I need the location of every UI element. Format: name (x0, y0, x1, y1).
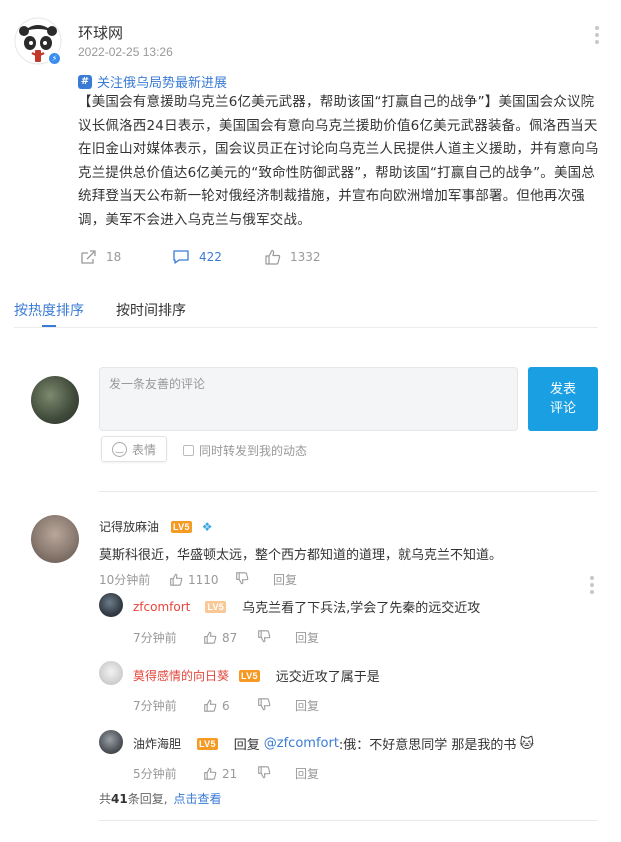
reply-username[interactable]: zfcomfort (133, 600, 190, 614)
reply-time: 5分钟前 (133, 767, 177, 781)
reply-text: 乌克兰看了下兵法,学会了先秦的远交近攻 (242, 601, 481, 616)
reply-like-button[interactable]: 21 (203, 767, 257, 781)
thumbs-up-icon (204, 767, 217, 780)
reply-time: 7分钟前 (133, 699, 177, 713)
reply-like-count: 21 (222, 766, 238, 781)
comment-icon (173, 250, 189, 264)
thumbs-down-icon (258, 629, 271, 642)
divider (99, 491, 598, 492)
reply-avatar[interactable] (99, 661, 123, 685)
comment-time: 10分钟前 (99, 573, 151, 587)
share-button[interactable]: 18 (79, 249, 121, 265)
submit-label-line2: 评论 (549, 401, 576, 416)
reply-like-button[interactable]: 6 (203, 699, 257, 713)
comment-like-button[interactable]: 1110 (169, 573, 235, 587)
reply-meta: 5分钟前 21 回复 (133, 765, 319, 782)
share-icon (81, 250, 96, 264)
reply-username[interactable]: 油炸海胆 (133, 735, 181, 752)
reply-username[interactable]: 莫得感情的向日葵 (133, 667, 229, 684)
level-badge: LV5 (239, 669, 260, 682)
reply-mention-link[interactable]: @zfcomfort (264, 736, 339, 751)
share-count: 18 (106, 250, 122, 264)
reply-dislike-button[interactable] (257, 697, 295, 714)
thumbs-up-icon (265, 249, 281, 265)
repost-label: 同时转发到我的动态 (199, 444, 308, 458)
reply-prefix: 回复 (233, 738, 260, 753)
fan-badge-icon: ❖ (201, 519, 213, 534)
reply-header: zfcomfort LV5 乌克兰看了下兵法,学会了先秦的远交近攻 (133, 597, 481, 617)
total-replies: 共41条回复, 点击查看 (99, 790, 222, 807)
comment-text: 莫斯科很近，华盛顿太远，整个西方都知道的道理，就乌克兰不知道。 (99, 548, 503, 563)
comment-avatar[interactable] (31, 515, 79, 563)
submit-label-line1: 发表 (549, 382, 576, 397)
comment-dislike-button[interactable] (235, 571, 273, 588)
thumbs-up-icon (204, 699, 217, 712)
reply-dislike-button[interactable] (257, 629, 295, 646)
level-badge: LV5 (205, 600, 227, 613)
comment-input[interactable]: 发一条友善的评论 (99, 367, 518, 431)
repost-checkbox[interactable] (183, 445, 194, 456)
topic-label: 关注俄乌局势最新进展 (97, 76, 228, 91)
repost-option[interactable]: 同时转发到我的动态 (183, 442, 307, 459)
tab-sort-by-hot[interactable]: 按热度排序 (14, 300, 84, 320)
level-badge: LV5 (197, 737, 218, 750)
thumbs-down-icon (236, 571, 249, 584)
comment-reply-button[interactable]: 回复 (273, 571, 297, 588)
reply-text: :俄：不好意思同学 那是我的书 (338, 738, 517, 753)
comment-like-count: 1110 (188, 572, 219, 587)
total-suffix: 条回复, (127, 792, 168, 806)
submit-comment-button[interactable]: 发表 评论 (528, 367, 598, 431)
publish-time: 2022-02-25 13:26 (78, 45, 173, 59)
reply-meta: 7分钟前 87 回复 (133, 629, 319, 646)
verified-badge-icon: ⚡ (47, 51, 62, 66)
like-count: 1332 (290, 250, 321, 264)
reply-text: 远交近攻了属于是 (275, 670, 380, 685)
tab-sort-by-time[interactable]: 按时间排序 (116, 300, 186, 320)
reply-header: 莫得感情的向日葵 LV5 远交近攻了属于是 (133, 666, 380, 685)
comment-meta: 10分钟前 1110 回复 (99, 571, 297, 588)
reply-like-count: 87 (222, 630, 238, 645)
comment-count: 422 (199, 250, 222, 264)
reply-time: 7分钟前 (133, 631, 177, 645)
reply-reply-button[interactable]: 回复 (295, 697, 319, 714)
comment-username[interactable]: 记得放麻油 (99, 518, 159, 535)
more-options-icon[interactable] (592, 26, 602, 46)
cat-emoji-icon: 🐱 (519, 735, 535, 752)
divider (99, 820, 598, 821)
level-badge: LV5 (171, 520, 192, 533)
total-count: 41 (111, 792, 128, 806)
divider (14, 327, 598, 328)
reply-dislike-button[interactable] (257, 765, 295, 782)
reply-avatar[interactable] (99, 593, 123, 617)
hashtag-icon: # (78, 74, 92, 89)
total-prefix: 共 (99, 792, 112, 806)
thumbs-up-icon (170, 573, 183, 586)
thumbs-down-icon (258, 765, 271, 778)
reply-reply-button[interactable]: 回复 (295, 629, 319, 646)
comment-more-icon[interactable] (587, 576, 597, 594)
reply-header: 油炸海胆 LV5 回复 @zfcomfort :俄：不好意思同学 那是我的书 🐱 (133, 734, 535, 754)
comment-button[interactable]: 422 (172, 249, 222, 265)
post-content: 【美国会有意援助乌克兰6亿美元武器，帮助该国“打赢自己的战争”】美国国会众议院议… (78, 94, 599, 228)
comment-header: 记得放麻油 LV5 ❖ (99, 518, 213, 535)
view-all-replies-link[interactable]: 点击查看 (174, 792, 222, 806)
reply-like-count: 6 (222, 698, 230, 713)
reply-avatar[interactable] (99, 730, 123, 754)
reply-like-button[interactable]: 87 (203, 631, 257, 645)
reply-meta: 7分钟前 6 回复 (133, 697, 319, 714)
emoji-label: 表情 (131, 442, 156, 457)
thumbs-down-icon (258, 697, 271, 710)
smiley-icon: ‿ (111, 441, 127, 457)
reply-reply-button[interactable]: 回复 (295, 765, 319, 782)
like-button[interactable]: 1332 (264, 249, 321, 265)
topic-link[interactable]: # 关注俄乌局势最新进展 (78, 72, 227, 91)
thumbs-up-icon (204, 631, 217, 644)
author-name[interactable]: 环球网 (78, 22, 123, 43)
emoji-button[interactable]: ‿ 表情 (101, 436, 167, 462)
current-user-avatar (31, 376, 79, 424)
